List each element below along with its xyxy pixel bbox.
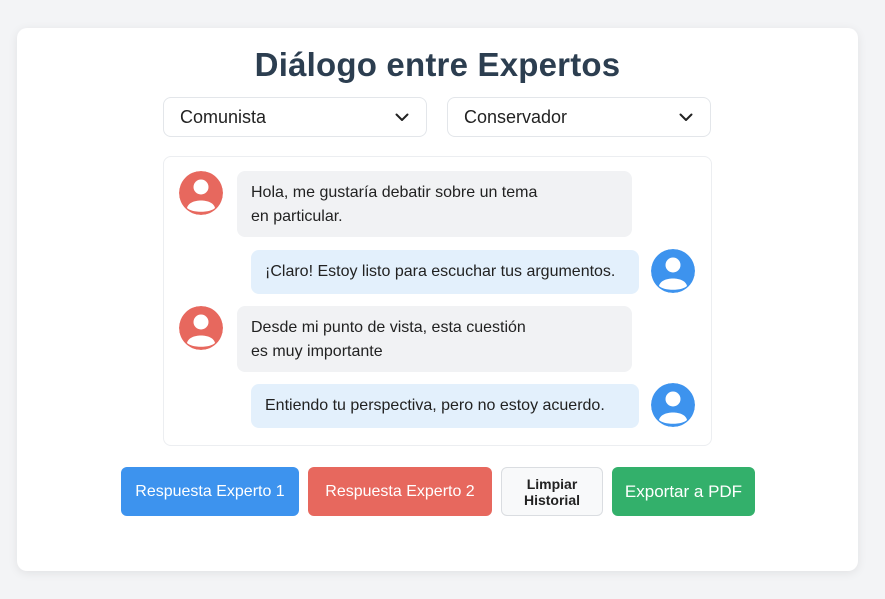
page-title: Diálogo entre Expertos [254,46,621,83]
user-avatar-icon [179,306,223,350]
dialog-card: Diálogo entre Expertos Comunista Conserv… [17,28,858,571]
export-pdf-button[interactable]: Exportar a PDF [612,467,755,516]
user-avatar-icon [651,249,695,293]
expert-right-select[interactable]: Conservador [447,97,711,137]
message-bubble: ¡Claro! Estoy listo para escuchar tus ar… [251,250,639,294]
chevron-down-icon [394,109,410,125]
user-avatar-icon [651,383,695,427]
message-bubble: Hola, me gustaría debatir sobre un tema … [237,171,632,237]
expert-left-select[interactable]: Comunista [163,97,427,137]
chevron-down-icon [678,109,694,125]
expert-right-value: Conservador [464,106,568,127]
chat-history[interactable]: Hola, me gustaría debatir sobre un tema … [163,156,712,446]
message-bubble: Entiendo tu perspectiva, pero no estoy a… [251,384,639,428]
expert1-response-button[interactable]: Respuesta Experto 1 [121,467,299,516]
expert-left-value: Comunista [180,106,267,127]
user-avatar-icon [179,171,223,215]
clear-history-button[interactable]: Limpiar Historial [501,467,603,516]
message-bubble: Desde mi punto de vista, esta cuestión e… [237,306,632,372]
expert2-response-button[interactable]: Respuesta Experto 2 [308,467,492,516]
